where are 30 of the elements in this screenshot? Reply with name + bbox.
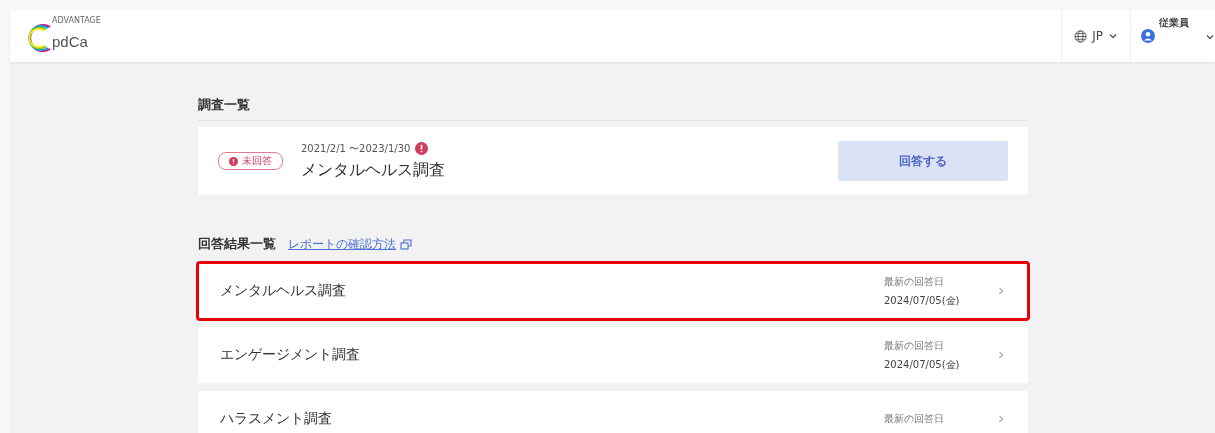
section-heading: 回答結果一覧 bbox=[198, 235, 276, 253]
date-label: 最新の回答日 bbox=[884, 338, 945, 353]
logo-wordmark: pdCa bbox=[52, 33, 88, 50]
chevron-right-icon bbox=[996, 414, 1006, 424]
result-title: ハラスメント調査 bbox=[220, 410, 333, 428]
language-selector[interactable]: JP bbox=[1061, 10, 1130, 62]
chevron-down-icon bbox=[1108, 31, 1118, 41]
result-title: メンタルヘルス調査 bbox=[220, 282, 347, 300]
date-label: 最新の回答日 bbox=[884, 412, 945, 426]
user-role: 従業員 bbox=[1159, 16, 1189, 30]
exclamation-icon bbox=[229, 156, 238, 166]
survey-title: メンタルヘルス調査 bbox=[301, 159, 446, 181]
chevron-right-icon bbox=[996, 350, 1006, 360]
answer-date: 2024/07/05(金) bbox=[884, 357, 961, 372]
help-link[interactable]: レポートの確認方法 bbox=[288, 236, 396, 252]
answer-date: 2024/07/05(金) bbox=[884, 293, 961, 308]
date-label: 最新の回答日 bbox=[884, 274, 945, 289]
globe-icon bbox=[1074, 29, 1088, 43]
logo-tagline: ADVANTAGE bbox=[52, 16, 101, 25]
user-icon[interactable] bbox=[1141, 29, 1155, 43]
result-row[interactable]: エンゲージメント調査 最新の回答日 2024/07/05(金) bbox=[198, 327, 1028, 383]
status-badge: 未回答 bbox=[218, 152, 283, 170]
answer-button[interactable]: 回答する bbox=[838, 141, 1008, 181]
survey-period: 2021/2/1 〜2023/1/30 bbox=[301, 141, 411, 156]
external-link-icon bbox=[400, 238, 412, 250]
section-heading: 調査一覧 bbox=[198, 96, 1028, 121]
result-title: エンゲージメント調査 bbox=[220, 346, 361, 364]
result-row[interactable]: ハラスメント調査 最新の回答日 bbox=[198, 391, 1028, 433]
chevron-right-icon bbox=[996, 286, 1006, 296]
result-row[interactable]: メンタルヘルス調査 最新の回答日 2024/07/05(金) bbox=[198, 263, 1028, 319]
